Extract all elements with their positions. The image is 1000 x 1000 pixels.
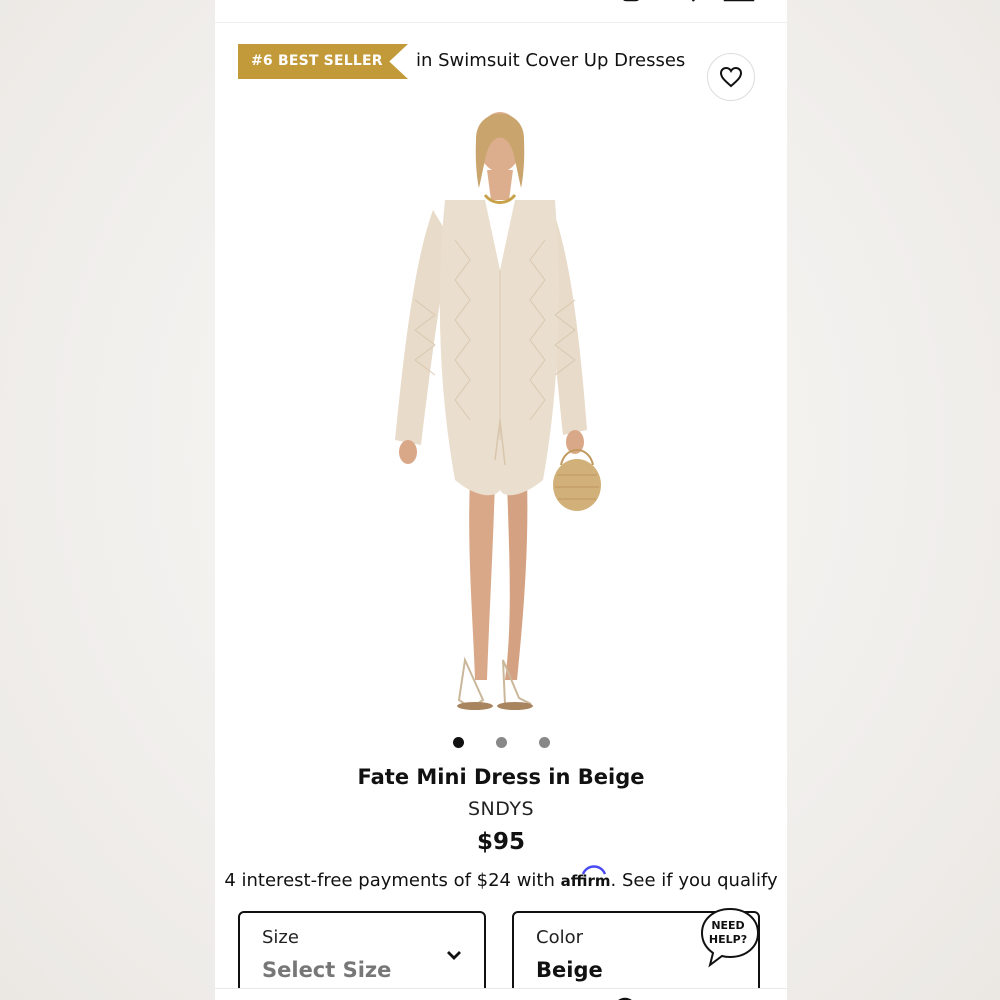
carousel-dot[interactable] [452,737,464,748]
product-image[interactable] [375,100,625,725]
color-value: Beige [536,958,603,982]
carousel-dot[interactable] [495,737,507,748]
need-help-line2: HELP? [708,933,748,946]
best-seller-badge: #6 BEST SELLER [238,44,408,79]
product-title: Fate Mini Dress in Beige [357,765,645,789]
product-brand[interactable]: SNDYS [215,798,787,820]
heart-icon [719,66,743,88]
financing-info: 4 interest-free payments of $24 with aff… [215,865,787,891]
product-price: $95 [476,829,525,855]
financing-prefix: 4 interest-free payments of $24 with [224,870,561,891]
size-select[interactable]: Size Select Size [238,911,486,1000]
product-page: #6 BEST SELLER in Swimsuit Cover Up Dres… [215,0,787,1000]
need-help-label: NEED HELP? [700,919,756,947]
account-icon[interactable] [620,0,642,4]
financing-qualify-link[interactable]: . See if you qualify [611,870,778,891]
top-nav-bar [215,0,787,23]
product-card: #6 BEST SELLER in Swimsuit Cover Up Dres… [215,30,787,1000]
need-help-button[interactable]: NEED HELP? [700,907,760,968]
size-label: Size [262,927,299,948]
need-help-line1: NEED [711,919,745,932]
affirm-logo: affirm [561,865,611,890]
image-carousel-dots [215,737,787,748]
bottom-bar [215,988,787,1000]
chevron-down-icon [447,951,461,960]
affirm-arc-icon [581,865,606,875]
search-icon[interactable] [678,0,700,4]
carousel-dot[interactable] [538,737,550,748]
color-label: Color [536,927,583,948]
size-value: Select Size [262,958,392,982]
cart-icon[interactable] [723,0,755,4]
category-link[interactable]: in Swimsuit Cover Up Dresses [416,50,685,71]
wishlist-button[interactable] [707,53,755,101]
